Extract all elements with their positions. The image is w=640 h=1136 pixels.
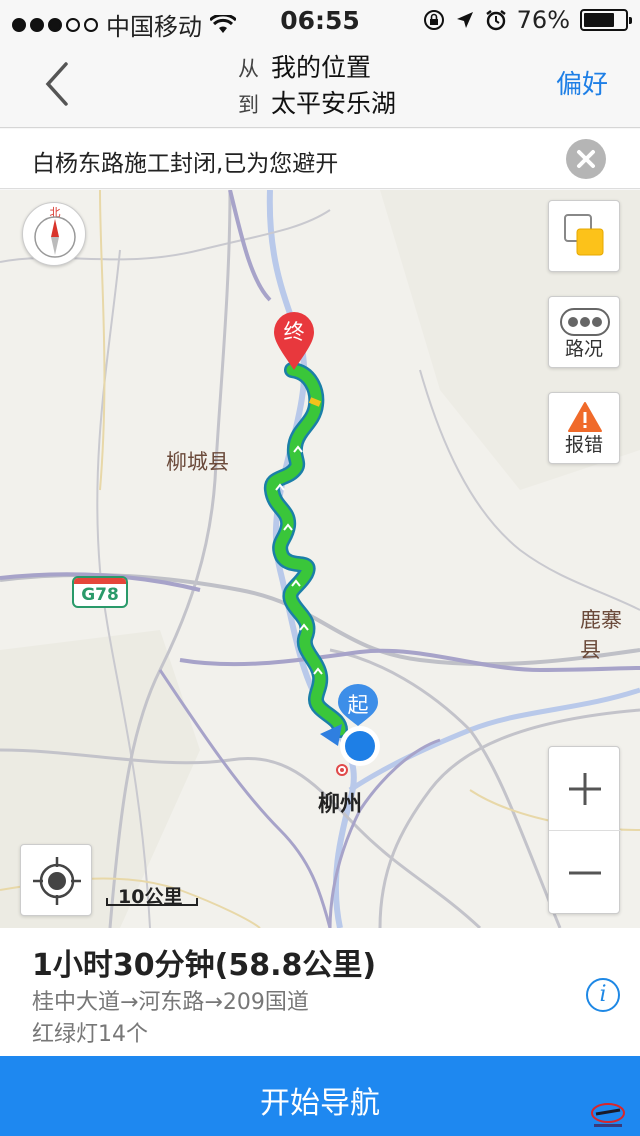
- start-navigation-button[interactable]: 开始导航: [0, 1056, 640, 1136]
- county-label-liucheng: 柳城县: [166, 450, 229, 474]
- traffic-lights-count: 红绿灯14个: [32, 1022, 148, 1047]
- info-icon: i: [599, 982, 607, 1007]
- highway-shield: G78: [72, 576, 128, 608]
- report-label: 报错: [564, 434, 603, 456]
- route-roads: 桂中大道→河东路→209国道: [32, 990, 309, 1015]
- traffic-label: 路况: [564, 338, 603, 360]
- layers-button[interactable]: [548, 200, 620, 272]
- report-error-button[interactable]: 报错: [548, 392, 620, 464]
- layers-icon: [564, 214, 604, 256]
- highway-label: G78: [81, 585, 119, 605]
- route-duration: 1小时30分钟: [32, 948, 215, 983]
- chevron-left-icon: [45, 62, 68, 106]
- route-endpoints[interactable]: 从 我的位置 到 太平安乐湖: [238, 48, 396, 120]
- route-summary: 1小时30分钟(58.8公里): [32, 940, 376, 984]
- route-info-panel[interactable]: 1小时30分钟(58.8公里) 桂中大道→河东路→209国道 红绿灯14个 i: [0, 928, 640, 1056]
- alarm-icon: [485, 10, 506, 31]
- from-tag: 从: [238, 57, 259, 81]
- rotation-lock-icon: [423, 10, 444, 30]
- county-label-luzhai: 鹿寨县: [580, 608, 622, 662]
- to-place: 太平安乐湖: [271, 89, 397, 118]
- preferences-button[interactable]: 偏好: [556, 64, 608, 101]
- current-location-icon: [320, 724, 380, 766]
- map-view[interactable]: 柳城县 鹿寨县 柳州 G78 北 路况 报错 10公里 终 起: [0, 190, 640, 928]
- battery-icon: [580, 9, 632, 31]
- start-navigation-label: 开始导航: [260, 1086, 380, 1121]
- zoom-out-button[interactable]: [549, 831, 621, 915]
- close-icon: [577, 150, 595, 168]
- watermark-logo: [591, 1103, 625, 1127]
- route-detail-info-button[interactable]: i: [586, 978, 620, 1012]
- from-line: 从 我的位置: [238, 48, 396, 84]
- to-line: 到 太平安乐湖: [238, 84, 396, 120]
- battery-level: [584, 13, 615, 27]
- compass-button[interactable]: 北: [22, 202, 86, 266]
- notice-bar: 白杨东路施工封闭,已为您避开: [0, 129, 640, 189]
- scale-bar: 10公里: [106, 882, 198, 910]
- locate-button[interactable]: [20, 844, 92, 916]
- minus-icon: [569, 871, 601, 875]
- from-place: 我的位置: [271, 53, 372, 82]
- location-arrow-icon: [456, 12, 473, 28]
- traffic-button[interactable]: 路况: [548, 296, 620, 368]
- plus-icon: [569, 773, 601, 805]
- compass-icon: [34, 216, 76, 258]
- notice-close-button[interactable]: [566, 139, 606, 179]
- crosshair-icon: [33, 857, 81, 905]
- battery-percent: 76%: [516, 6, 570, 34]
- zoom-controls: [548, 746, 621, 915]
- status-bar: 中国移动 06:55 76%: [0, 0, 640, 41]
- scale-line: [106, 898, 198, 906]
- to-tag: 到: [238, 93, 259, 117]
- status-right: 76%: [423, 6, 632, 34]
- back-button[interactable]: [38, 60, 78, 108]
- route-distance: (58.8公里): [214, 948, 377, 983]
- zoom-in-button[interactable]: [549, 747, 621, 831]
- notice-text: 白杨东路施工封闭,已为您避开: [32, 151, 339, 177]
- destination-pin-label: 终: [283, 320, 305, 344]
- city-label-liuzhou: 柳州: [318, 792, 363, 817]
- destination-pin[interactable]: 终: [272, 312, 316, 372]
- nav-bar: 从 我的位置 到 太平安乐湖 偏好: [0, 40, 640, 128]
- origin-pin-label: 起: [347, 693, 369, 717]
